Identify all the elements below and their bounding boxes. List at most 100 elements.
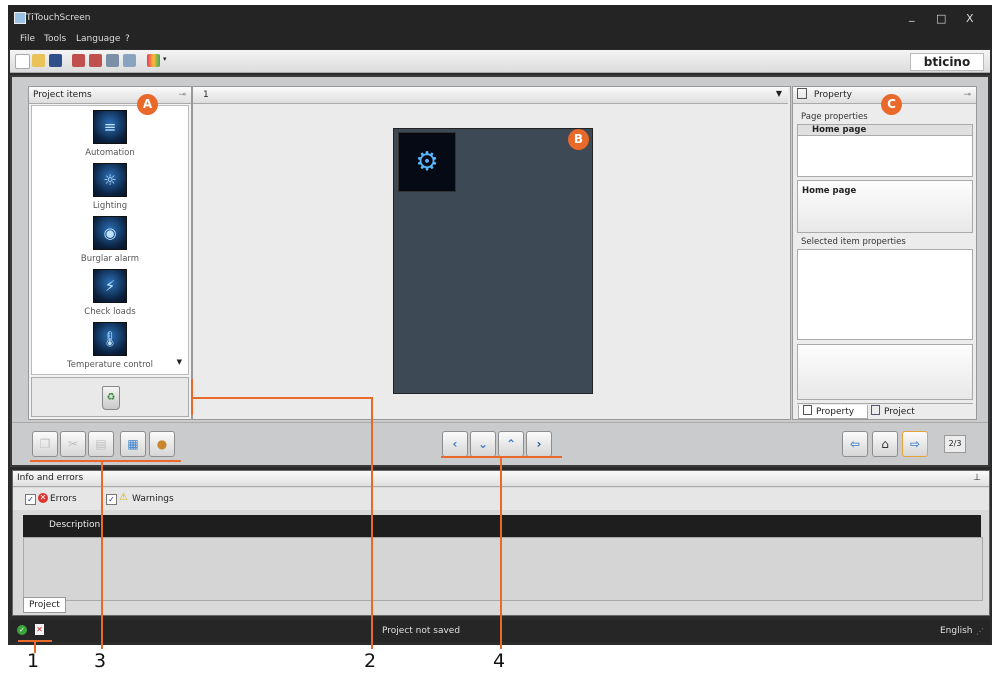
open-folder-icon[interactable] (32, 54, 45, 67)
next-page-button[interactable]: ⇨ (902, 431, 928, 457)
toolbar: ▾ bticino (10, 50, 990, 73)
home-button[interactable]: ⌂ (872, 431, 898, 457)
tab-property[interactable]: Property (798, 405, 868, 419)
minimize-button[interactable]: _ (909, 9, 915, 22)
property-tab-icon (803, 405, 812, 415)
copy-button[interactable]: ❐ (32, 431, 58, 457)
cut-button[interactable]: ✂ (60, 431, 86, 457)
page-name: Home page (802, 186, 857, 196)
page-selector[interactable]: 1 ▼ (193, 87, 788, 104)
pin-icon[interactable]: ⊸ (963, 87, 971, 103)
property-tabs: Property Project (797, 403, 973, 419)
new-file-icon[interactable] (15, 54, 30, 69)
errors-checkbox[interactable]: ✓ (25, 494, 36, 505)
warnings-label: Warnings (132, 494, 174, 504)
trash-drop-area[interactable]: ♻ (31, 377, 189, 417)
maximize-button[interactable]: □ (936, 12, 946, 25)
annotation-line-4-v (500, 456, 502, 649)
lighting-icon: ☼ (93, 163, 127, 197)
item-automation[interactable]: ≡ Automation (32, 110, 188, 158)
project-items-panel: Project items ⊸ ≡ Automation ☼ Lighting … (28, 86, 192, 420)
item-label: Temperature control (66, 360, 153, 370)
error-icon: ✕ (38, 493, 48, 503)
selected-item-label: Selected item properties (801, 237, 906, 247)
menu-tools[interactable]: Tools (44, 34, 66, 44)
page-properties-label: Page properties (801, 112, 868, 122)
page-grid-value: Home page (798, 125, 972, 136)
selected-item-description (797, 344, 973, 400)
annotation-badge-c: C (881, 94, 902, 115)
menu-bar: File Tools Language ? (8, 31, 992, 49)
warning-icon: ⚠ (119, 492, 128, 503)
close-button[interactable]: X (966, 12, 974, 25)
move-down-button[interactable]: ⌄ (470, 431, 496, 457)
paste-button[interactable]: ▤ (88, 431, 114, 457)
menu-file[interactable]: File (20, 34, 35, 44)
annotation-line-2-h (191, 397, 373, 399)
errors-grid (23, 537, 983, 601)
menu-help[interactable]: ? (125, 34, 130, 44)
annotation-badge-a: A (137, 94, 158, 115)
project-items-title: Project items (33, 90, 92, 100)
palette-button[interactable]: ● (149, 431, 175, 457)
errors-grid-header: Description (23, 515, 981, 537)
language-indicator[interactable]: English (940, 626, 973, 636)
toolbar-dropdown-icon[interactable]: ▾ (163, 55, 167, 63)
pin-icon[interactable]: ⊸ (178, 87, 186, 103)
annotation-line-3-h (30, 460, 181, 462)
recycle-bin-icon: ♻ (102, 386, 120, 410)
annotation-line-3-v (101, 460, 103, 649)
property-header-icon (797, 88, 807, 99)
item-label: Burglar alarm (80, 254, 140, 264)
status-message: Project not saved (382, 626, 461, 636)
title-bar: TiTouchScreen _ □ X (8, 5, 992, 31)
transfer-icon[interactable] (72, 54, 85, 67)
settings-gear-icon[interactable]: ⚙ (398, 132, 456, 192)
info-errors-title: Info and errors (17, 473, 84, 483)
grid-button[interactable]: ▦ (120, 431, 146, 457)
project-items-header: Project items ⊸ (29, 87, 191, 104)
chart-icon[interactable] (147, 54, 160, 67)
pin-icon[interactable]: ⊥ (973, 471, 981, 486)
errors-label: Errors (50, 494, 77, 504)
move-right-button[interactable]: › (526, 431, 552, 457)
page-name-box: Home page (797, 180, 973, 233)
move-left-button[interactable]: ‹ (442, 431, 468, 457)
item-burglar-alarm[interactable]: ◉ Burglar alarm (32, 216, 188, 264)
menu-language[interactable]: Language (76, 34, 120, 44)
resize-grip-icon[interactable]: ⋰ (976, 627, 984, 636)
item-temperature-control[interactable]: 🌡 Temperature control (32, 322, 188, 370)
page-indicator: 2/3 (944, 435, 966, 453)
tab-project[interactable]: Project (869, 405, 931, 418)
move-up-button[interactable]: ⌃ (498, 431, 524, 457)
annotation-number-2: 2 (364, 650, 377, 672)
thermometer-icon: 🌡 (93, 322, 127, 356)
dropdown-arrow-icon[interactable]: ▼ (776, 89, 782, 98)
ok-status-icon: ✓ (17, 625, 27, 635)
previous-page-button[interactable]: ⇦ (842, 431, 868, 457)
item-label: Lighting (92, 201, 128, 211)
tab-project-info[interactable]: Project (23, 597, 66, 613)
connect-icon[interactable] (123, 54, 136, 67)
receive-icon[interactable] (89, 54, 102, 67)
bticino-logo: bticino (910, 53, 984, 71)
description-column-header[interactable]: Description (49, 520, 100, 530)
property-title: Property (813, 90, 852, 100)
warnings-checkbox[interactable]: ✓ (106, 494, 117, 505)
app-icon (14, 12, 26, 24)
item-check-loads[interactable]: ⚡ Check loads (32, 269, 188, 317)
scroll-down-icon[interactable]: ▼ (177, 358, 182, 366)
page-properties-grid[interactable]: Home page (797, 124, 973, 177)
item-label: Automation (85, 148, 135, 158)
tools-icon[interactable] (106, 54, 119, 67)
save-icon[interactable] (49, 54, 62, 67)
automation-icon: ≡ (93, 110, 127, 144)
annotation-line-2-down (371, 397, 373, 649)
project-items-list: ≡ Automation ☼ Lighting ◉ Burglar alarm … (31, 105, 189, 375)
selected-item-grid[interactable] (797, 249, 973, 340)
page-selector-value: 1 (203, 90, 209, 100)
item-lighting[interactable]: ☼ Lighting (32, 163, 188, 211)
annotation-number-4: 4 (493, 650, 506, 672)
annotation-number-3: 3 (94, 650, 107, 672)
tab-label: Project (884, 407, 915, 417)
